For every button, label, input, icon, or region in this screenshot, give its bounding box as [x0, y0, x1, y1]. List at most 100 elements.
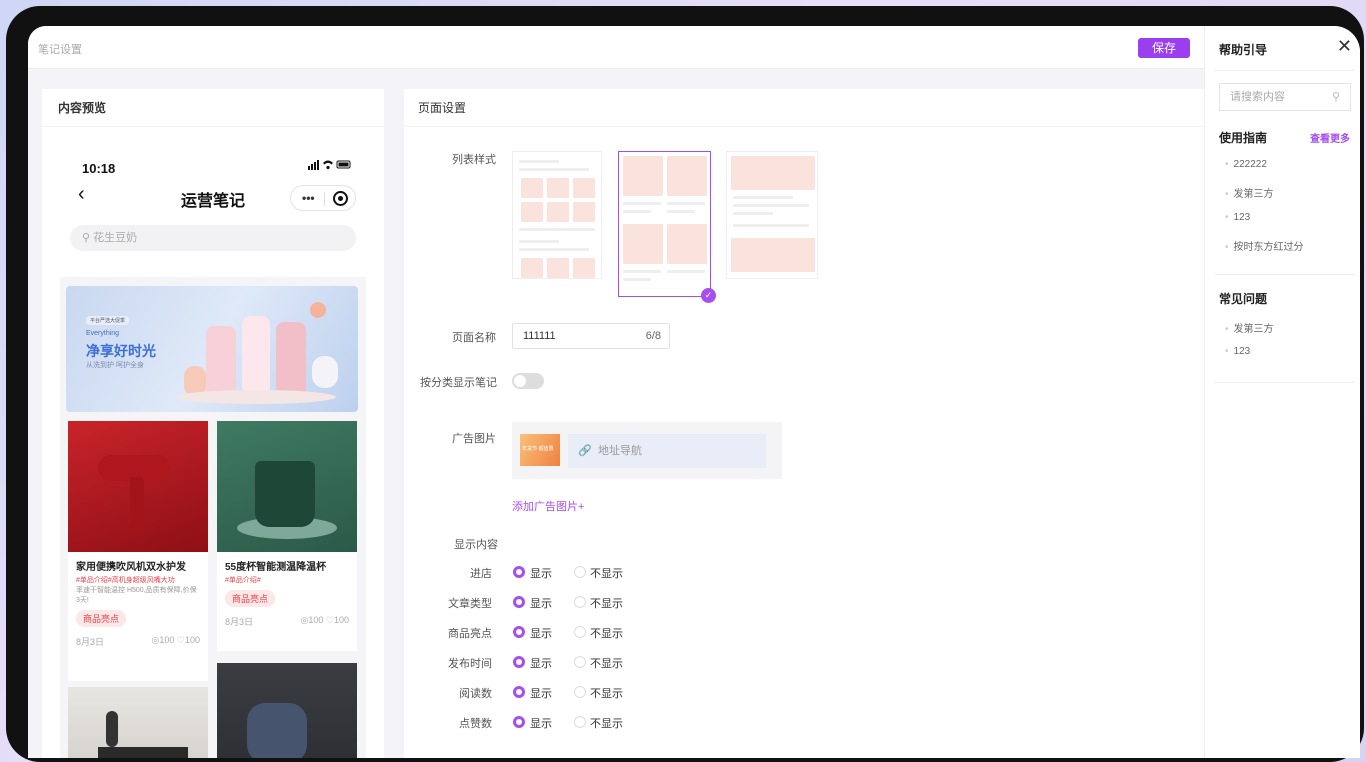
faq-item[interactable]: 123	[1225, 346, 1251, 357]
hide-text: 不显示	[590, 688, 623, 700]
show-text: 显示	[530, 598, 552, 610]
char-count: 6/8	[645, 330, 661, 342]
more-dots-icon[interactable]: •••	[302, 191, 315, 205]
row-label: 进店	[470, 568, 492, 580]
card-stats: ◎100 ♡100	[300, 615, 349, 625]
guide-more-link[interactable]: 查看更多	[1310, 130, 1350, 145]
display-row: 阅读数 显示 不显示	[404, 685, 804, 701]
help-search-input[interactable]: 请搜索内容 ⚲	[1219, 83, 1351, 111]
faq-item[interactable]: 发第三方	[1225, 320, 1274, 335]
phone-preview: 10:18 ‹ 运营笔记 ••• ⚲ 花生豆奶 平台严选大促季 Everythi…	[60, 145, 366, 758]
ad-link-input[interactable]: 🔗 地址导航	[568, 434, 766, 468]
close-target-icon[interactable]	[333, 191, 348, 206]
show-text: 显示	[530, 718, 552, 730]
page-title: 笔记设置	[38, 44, 82, 56]
note-card[interactable]	[68, 687, 208, 758]
screen: 笔记设置 保存 内容预览 10:18 ‹ 运营笔记 ••• ⚲ 花生豆奶 平台严…	[28, 26, 1360, 758]
guide-item[interactable]: 发第三方	[1225, 185, 1274, 200]
guide-item[interactable]: 222222	[1225, 159, 1267, 170]
category-label: 按分类显示笔记	[420, 377, 497, 389]
help-title: 帮助引导	[1219, 43, 1268, 57]
banner-en: Everything	[86, 330, 120, 337]
close-icon[interactable]: ✕	[1337, 36, 1352, 57]
phone-header: 10:18 ‹ 运营笔记 ••• ⚲ 花生豆奶	[60, 145, 366, 277]
product-bottle	[242, 316, 270, 398]
card-title: 55度杯智能测温降温杯	[225, 562, 327, 573]
preview-heading: 内容预览	[42, 89, 384, 127]
row-label: 文章类型	[448, 598, 492, 610]
mini-program-capsule[interactable]: •••	[290, 185, 356, 211]
hairdryer-image	[68, 421, 208, 552]
banner-image: 平台严选大促季 Everything 净享好时光 从洗到护 呵护全身	[66, 286, 358, 412]
note-card[interactable]	[217, 663, 357, 758]
list-style-label: 列表样式	[452, 154, 496, 166]
radio-show[interactable]	[513, 626, 525, 638]
faq-title: 常见问题	[1219, 292, 1268, 306]
display-row: 商品亮点 显示 不显示	[404, 625, 804, 641]
radio-show[interactable]	[513, 566, 525, 578]
status-time: 10:18	[82, 161, 116, 176]
show-text: 显示	[530, 688, 552, 700]
banner-podium	[176, 390, 336, 404]
category-toggle[interactable]	[512, 373, 544, 389]
radio-hide[interactable]	[574, 686, 586, 698]
display-row: 进店 显示 不显示	[404, 565, 804, 581]
radio-show[interactable]	[513, 716, 525, 728]
radio-show[interactable]	[513, 596, 525, 608]
row-label: 阅读数	[459, 688, 492, 700]
card-desc: 率速干智能温控 H500,品质有保障,价保3天!	[76, 587, 197, 604]
save-button[interactable]: 保存	[1138, 38, 1190, 58]
page-name-field[interactable]: 111111 6/8	[512, 323, 670, 349]
radio-hide[interactable]	[574, 716, 586, 728]
signal-wifi-battery-icon	[308, 160, 351, 170]
show-text: 显示	[530, 658, 552, 670]
chair-image	[217, 663, 357, 758]
guide-item[interactable]: 123	[1225, 212, 1251, 223]
device-frame: 笔记设置 保存 内容预览 10:18 ‹ 运营笔记 ••• ⚲ 花生豆奶 平台严…	[6, 6, 1364, 762]
display-row: 点赞数 显示 不显示	[404, 715, 804, 731]
banner-headline: 净享好时光	[86, 343, 156, 359]
hide-text: 不显示	[590, 718, 623, 730]
top-bar: 笔记设置 保存	[28, 26, 1204, 69]
list-style-double[interactable]	[618, 151, 711, 297]
show-text: 显示	[530, 568, 552, 580]
radio-hide[interactable]	[574, 626, 586, 638]
settings-heading: 页面设置	[404, 89, 1204, 127]
row-label: 点赞数	[459, 718, 492, 730]
ad-label: 广告图片	[452, 433, 496, 445]
hide-text: 不显示	[590, 628, 623, 640]
search-icon: ⚲	[1331, 91, 1340, 103]
guide-item[interactable]: 按时东方红过分	[1225, 238, 1304, 253]
furniture-image	[68, 687, 208, 758]
radio-hide[interactable]	[574, 656, 586, 668]
add-ad-link[interactable]: 添加广告图片+	[512, 498, 584, 514]
phone-search-bar[interactable]: ⚲ 花生豆奶	[70, 225, 356, 251]
ad-link-placeholder: 地址导航	[598, 445, 642, 457]
toy-figure	[312, 356, 338, 388]
card-date: 8月3日	[225, 617, 254, 627]
radio-hide[interactable]	[574, 596, 586, 608]
selected-check-icon: ✓	[701, 288, 716, 303]
card-meta: 8月3日 ◎100 ♡100	[217, 611, 357, 632]
note-card[interactable]: 家用便携吹风机双水护发 #单品介绍#高机身超级风嘴大功 率速干智能温控 H500…	[68, 421, 208, 681]
page-name-label: 页面名称	[452, 332, 496, 344]
card-title: 家用便携吹风机双水护发	[76, 562, 186, 573]
display-row: 文章类型 显示 不显示	[404, 595, 804, 611]
page-name-value: 111111	[523, 330, 556, 342]
link-icon: 🔗	[578, 445, 592, 457]
row-label: 发布时间	[448, 658, 492, 670]
help-search-placeholder: 请搜索内容	[1230, 91, 1285, 103]
list-style-large[interactable]	[726, 151, 818, 279]
hide-text: 不显示	[590, 598, 623, 610]
card-date: 8月3日	[76, 637, 105, 647]
radio-show[interactable]	[513, 656, 525, 668]
settings-panel: 页面设置 列表样式 ✓ 页面名称 111111 6/8 按分类显示笔记 广告图片…	[404, 89, 1204, 758]
banner-tag: 平台严选大促季	[86, 316, 130, 325]
phone-search-placeholder: 花生豆奶	[93, 232, 138, 244]
note-card[interactable]: 55度杯智能测温降温杯 #单品介绍# 商品亮点 8月3日 ◎100 ♡100	[217, 421, 357, 651]
cup-image	[217, 421, 357, 552]
radio-show[interactable]	[513, 686, 525, 698]
list-style-single[interactable]	[512, 151, 602, 279]
radio-hide[interactable]	[574, 566, 586, 578]
ad-thumb-text: 年货节·超值惠	[522, 446, 554, 452]
